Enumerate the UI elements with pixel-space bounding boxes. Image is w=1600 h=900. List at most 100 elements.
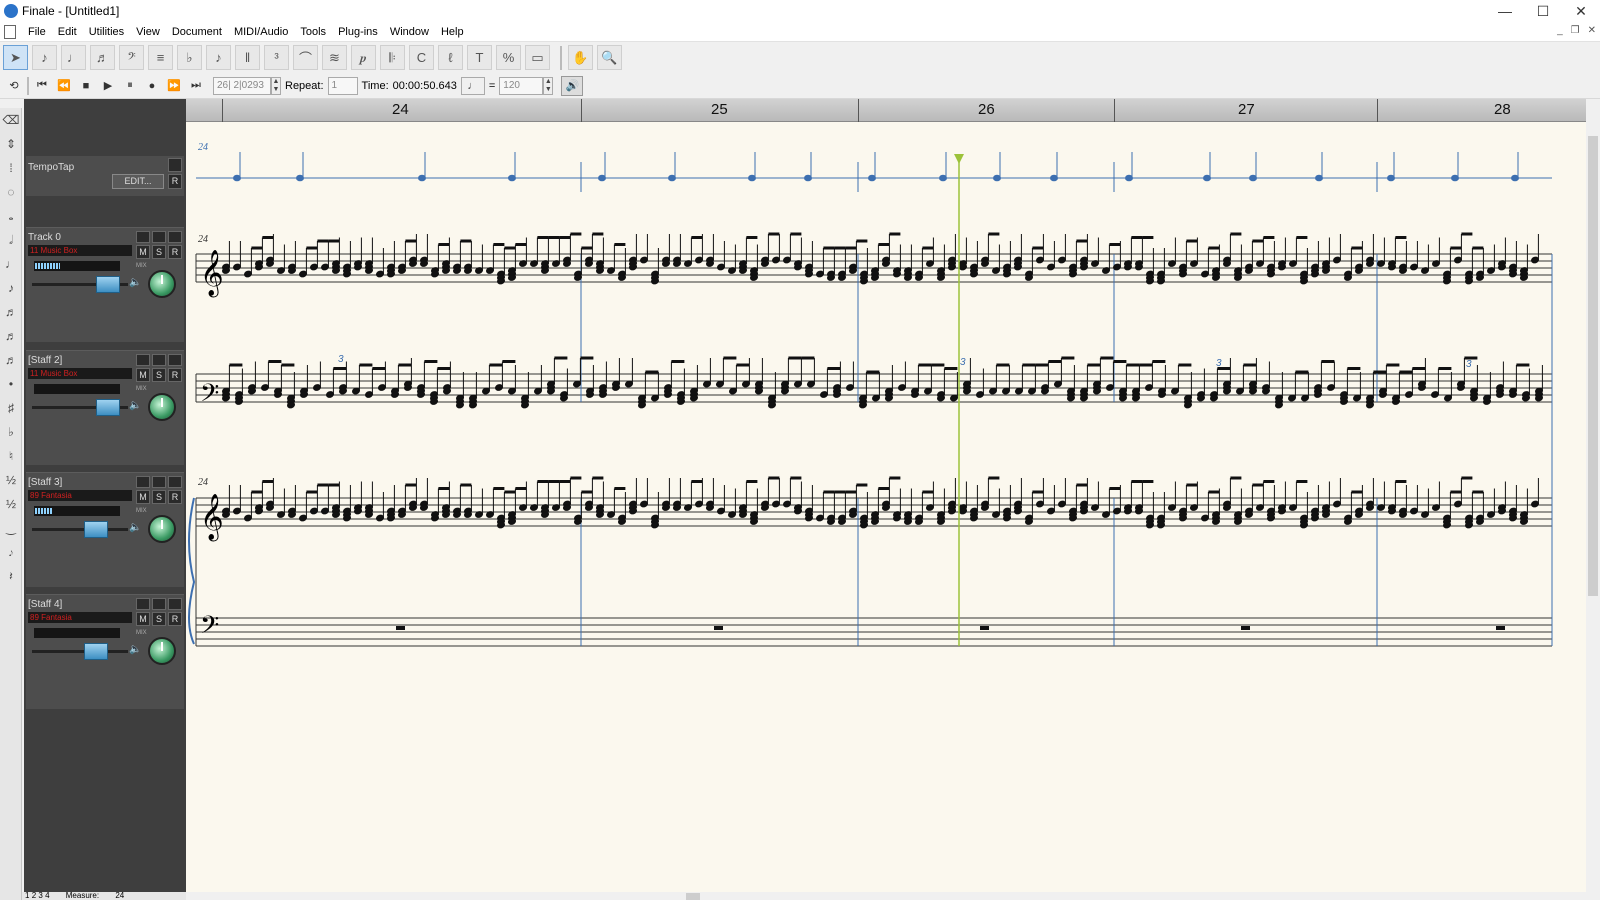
smart-shape-icon[interactable]: ⌒ xyxy=(293,45,318,70)
tempotap-record-button[interactable]: R xyxy=(168,174,182,189)
track-instrument[interactable]: 89 Fantasia xyxy=(28,612,132,623)
loop-icon[interactable]: ⟲ xyxy=(3,76,25,96)
tempotap-indicator[interactable] xyxy=(168,158,182,172)
dot-icon[interactable]: • xyxy=(1,372,21,396)
volume-slider-handle[interactable] xyxy=(84,521,108,538)
menu-utilities[interactable]: Utilities xyxy=(83,26,130,38)
whole-note-icon[interactable]: 𝅝 xyxy=(1,204,21,228)
hyperscribe-icon[interactable]: ♬ xyxy=(90,45,115,70)
record-button[interactable]: R xyxy=(168,245,182,259)
half-step-up-icon[interactable]: ½ xyxy=(1,492,21,516)
measure-tool-icon[interactable]: ‖ xyxy=(235,45,260,70)
tempo-note-icon[interactable]: ♩ xyxy=(460,76,485,95)
track-solo-top[interactable] xyxy=(136,476,150,488)
track-instrument[interactable]: 89 Fantasia xyxy=(28,490,132,501)
minimize-button[interactable]: — xyxy=(1486,0,1524,22)
track-record-top[interactable] xyxy=(168,598,182,610)
eighth-note-icon[interactable]: ♪ xyxy=(1,276,21,300)
tuplet-tool-icon[interactable]: ³ xyxy=(264,45,289,70)
track-solo-top[interactable] xyxy=(136,231,150,243)
stop-icon[interactable]: ■ xyxy=(75,76,97,96)
volume-slider[interactable] xyxy=(32,650,128,653)
selection-tool-icon[interactable]: ➤ xyxy=(3,45,28,70)
half-note-icon[interactable]: 𝅗𝅥 xyxy=(1,228,21,252)
track-mute-top[interactable] xyxy=(152,354,166,366)
natural-icon[interactable]: ♮ xyxy=(1,444,21,468)
rewind-icon[interactable]: ⏪ xyxy=(53,76,75,96)
menu-file[interactable]: File xyxy=(22,26,52,38)
tuplet-icon[interactable]: ⁞ xyxy=(1,156,21,180)
menu-help[interactable]: Help xyxy=(435,26,470,38)
pan-knob[interactable] xyxy=(148,515,176,543)
rest-icon[interactable]: 𝄽 xyxy=(1,564,21,588)
half-step-down-icon[interactable]: ½ xyxy=(1,468,21,492)
zoom-tool-icon[interactable]: 🔍 xyxy=(597,45,622,70)
mute-button[interactable]: M xyxy=(136,245,150,259)
sixty-fourth-note-icon[interactable]: ♬ xyxy=(1,348,21,372)
score-canvas[interactable]: 24 𝄞 𝄢 𝄞 𝄢 24 24 3 3 3 3 xyxy=(186,122,1586,892)
tie-icon[interactable]: ‿ xyxy=(1,516,21,540)
solo-button[interactable]: S xyxy=(152,490,166,504)
track-mute-top[interactable] xyxy=(152,231,166,243)
fast-forward-to-end-icon[interactable]: ⏭ xyxy=(185,76,207,96)
document-icon[interactable] xyxy=(4,24,16,39)
rewind-to-start-icon[interactable]: ⏮ xyxy=(31,76,53,96)
vertical-scroll-thumb[interactable] xyxy=(1588,136,1598,596)
lyrics-tool-icon[interactable]: ℓ xyxy=(438,45,463,70)
track-record-top[interactable] xyxy=(168,476,182,488)
track-instrument[interactable]: 11 Music Box xyxy=(28,368,132,379)
flat-icon[interactable]: ♭ xyxy=(1,420,21,444)
hide-icon[interactable]: ◌ xyxy=(1,180,21,204)
horizontal-scroll-thumb[interactable] xyxy=(686,893,700,900)
simple-entry-icon[interactable]: ♪ xyxy=(32,45,57,70)
vertical-scrollbar[interactable] xyxy=(1586,122,1600,892)
pan-knob[interactable] xyxy=(148,270,176,298)
hand-grabber-icon[interactable]: ✋ xyxy=(568,45,593,70)
key-signature-icon[interactable]: ♭ xyxy=(177,45,202,70)
tempo-spinner[interactable]: ▲ ▼ xyxy=(543,76,554,95)
playback-settings-icon[interactable]: 🔊 xyxy=(561,75,584,96)
measure-ruler[interactable]: 24 25 26 27 28 xyxy=(186,99,1586,122)
solo-button[interactable]: S xyxy=(152,245,166,259)
mdi-minimize-icon[interactable]: _ xyxy=(1557,25,1563,36)
pan-knob[interactable] xyxy=(148,393,176,421)
menu-document[interactable]: Document xyxy=(166,26,228,38)
staff-tool-icon[interactable]: ≡ xyxy=(148,45,173,70)
menu-edit[interactable]: Edit xyxy=(52,26,83,38)
menu-window[interactable]: Window xyxy=(384,26,435,38)
counter-spinner[interactable]: ▲ ▼ xyxy=(271,76,281,95)
track-record-top[interactable] xyxy=(168,231,182,243)
pause-icon[interactable]: ⏸ xyxy=(119,76,141,96)
page-2-button[interactable]: 2 xyxy=(32,891,36,900)
up-down-icon[interactable]: ⇕ xyxy=(1,132,21,156)
mdi-restore-icon[interactable]: ❐ xyxy=(1571,25,1580,36)
counter-field[interactable]: 26| 2|0293 xyxy=(213,76,271,95)
repeat-dropdown[interactable]: 1 xyxy=(327,76,358,95)
expression-tool-icon[interactable]: 𝆏 xyxy=(351,45,376,70)
page-3-button[interactable]: 3 xyxy=(38,891,42,900)
eraser-icon[interactable]: ⌫ xyxy=(1,108,21,132)
volume-slider[interactable] xyxy=(32,528,128,531)
clef-tool-icon[interactable]: 𝄢 xyxy=(119,45,144,70)
measure-value[interactable]: 24 xyxy=(115,891,124,900)
menu-view[interactable]: View xyxy=(130,26,166,38)
sixteenth-note-icon[interactable]: ♬ xyxy=(1,300,21,324)
tempotap-edit-button[interactable]: EDIT... xyxy=(112,174,164,189)
mute-button[interactable]: M xyxy=(136,612,150,626)
fast-forward-icon[interactable]: ⏩ xyxy=(163,76,185,96)
pan-knob[interactable] xyxy=(148,637,176,665)
solo-button[interactable]: S xyxy=(152,368,166,382)
solo-button[interactable]: S xyxy=(152,612,166,626)
track-solo-top[interactable] xyxy=(136,598,150,610)
mute-button[interactable]: M xyxy=(136,490,150,504)
volume-slider-handle[interactable] xyxy=(84,643,108,660)
play-icon[interactable]: ▶ xyxy=(97,76,119,96)
resize-tool-icon[interactable]: % xyxy=(496,45,521,70)
record-button[interactable]: R xyxy=(168,490,182,504)
quarter-note-icon[interactable]: ♩ xyxy=(1,252,21,276)
close-button[interactable]: ✕ xyxy=(1562,0,1600,22)
track-record-top[interactable] xyxy=(168,354,182,366)
speedy-entry-icon[interactable]: ♩ xyxy=(61,45,86,70)
articulation-icon[interactable]: ≋ xyxy=(322,45,347,70)
text-tool-icon[interactable]: T xyxy=(467,45,492,70)
